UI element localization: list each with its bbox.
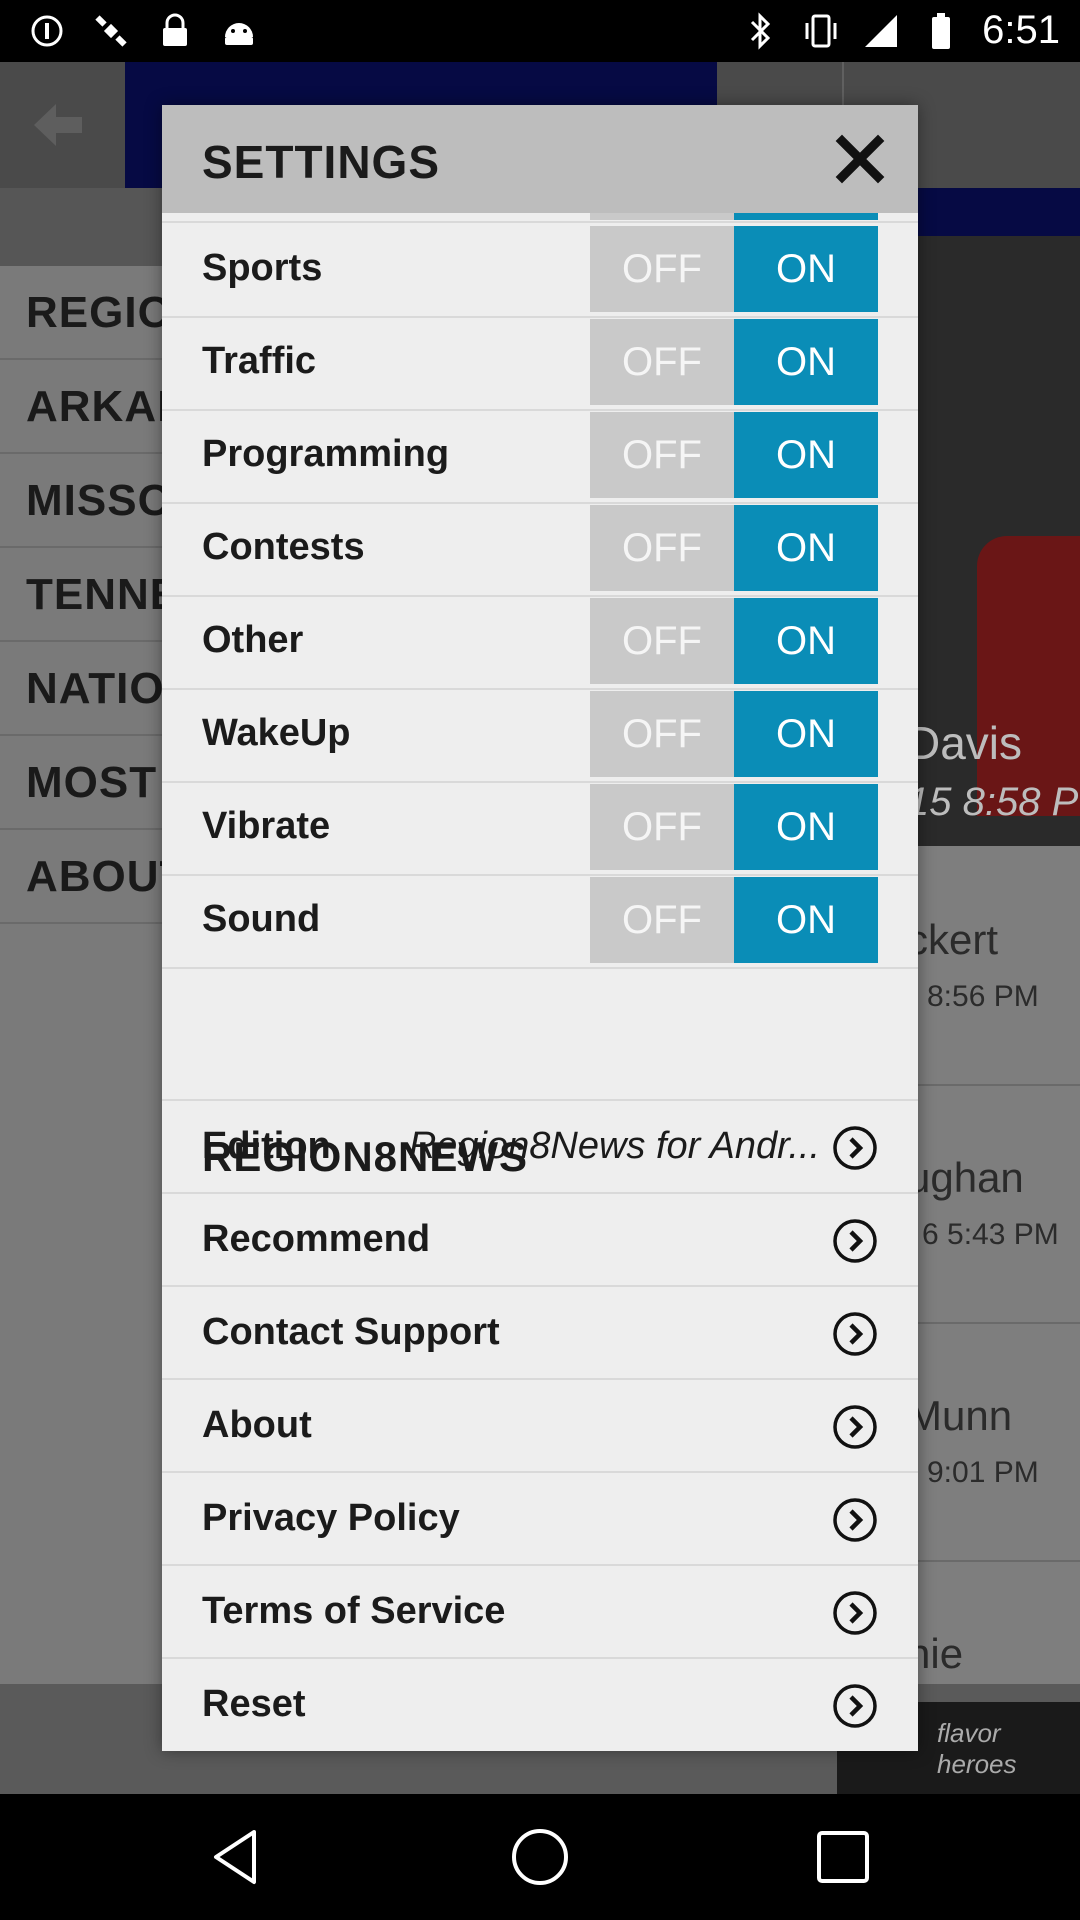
signal-icon xyxy=(862,12,900,50)
setting-row-traffic: Traffic OFF ON xyxy=(162,316,918,411)
bluetooth-icon xyxy=(742,11,780,50)
toggle-off[interactable]: OFF xyxy=(590,784,734,870)
toggle-off[interactable]: OFF xyxy=(590,505,734,591)
toggle-on[interactable]: ON xyxy=(734,412,878,498)
toggle-on[interactable]: ON xyxy=(734,598,878,684)
setting-label: Vibrate xyxy=(202,805,331,847)
setting-row-contests: Contests OFF ON xyxy=(162,502,918,597)
row-label: About xyxy=(202,1404,312,1446)
terms-of-service-row[interactable]: Terms of Service xyxy=(162,1564,918,1659)
setting-row-sports: Sports OFF ON xyxy=(162,223,918,318)
chevron-right-icon xyxy=(832,1590,878,1636)
status-bar: 6:51 xyxy=(0,0,1080,62)
setting-label: Programming xyxy=(202,433,450,475)
other-toggle[interactable]: OFF ON xyxy=(590,598,878,684)
setting-row-vibrate: Vibrate OFF ON xyxy=(162,781,918,876)
setting-row-other: Other OFF ON xyxy=(162,595,918,690)
settings-dialog: SETTINGS Sports OFF ON Traffic OFF ON Pr… xyxy=(162,105,918,1751)
toggle-on[interactable]: ON xyxy=(734,784,878,870)
story-name: Munn xyxy=(907,1392,1013,1439)
satellite-icon xyxy=(92,12,130,50)
recents-icon[interactable] xyxy=(810,1824,876,1890)
toggle-off[interactable]: OFF xyxy=(590,877,734,963)
battery-icon xyxy=(922,12,960,50)
chevron-right-icon xyxy=(832,1311,878,1357)
wakeup-toggle[interactable]: OFF ON xyxy=(590,691,878,777)
recommend-row[interactable]: Recommend xyxy=(162,1192,918,1287)
toggle-on[interactable]: ON xyxy=(734,319,878,405)
setting-row-sound: Sound OFF ON xyxy=(162,874,918,969)
row-label: Privacy Policy xyxy=(202,1497,460,1539)
edition-row[interactable]: Edition Region8News for Andr... xyxy=(162,1099,918,1194)
toggle-off[interactable]: OFF xyxy=(590,226,734,312)
setting-row-wakeup: WakeUp OFF ON xyxy=(162,688,918,783)
setting-label: Contests xyxy=(202,526,365,568)
setting-label: Sound xyxy=(202,898,321,940)
vibrate-icon xyxy=(802,12,840,50)
chevron-right-icon xyxy=(832,1404,878,1450)
chevron-right-icon xyxy=(832,1683,878,1729)
vibrate-toggle[interactable]: OFF ON xyxy=(590,784,878,870)
setting-row-programming: Programming OFF ON xyxy=(162,409,918,504)
back-icon[interactable] xyxy=(204,1824,270,1890)
story-time: 9:01 PM xyxy=(927,1456,1039,1489)
dialog-header: SETTINGS xyxy=(162,105,918,213)
story-name: ckert xyxy=(907,916,999,963)
sports-toggle[interactable]: OFF ON xyxy=(590,226,878,312)
edition-value: Region8News for Andr... xyxy=(408,1125,820,1167)
scrolled-toggle-edge xyxy=(590,213,878,220)
sound-toggle[interactable]: OFF ON xyxy=(590,877,878,963)
toggle-on[interactable]: ON xyxy=(734,877,878,963)
toggle-off[interactable]: OFF xyxy=(590,412,734,498)
about-row[interactable]: About xyxy=(162,1378,918,1473)
traffic-toggle[interactable]: OFF ON xyxy=(590,319,878,405)
row-label: Terms of Service xyxy=(202,1590,506,1632)
setting-label: Traffic xyxy=(202,340,317,382)
programming-toggle[interactable]: OFF ON xyxy=(590,412,878,498)
system-nav-bar xyxy=(0,1794,1080,1920)
row-label: Contact Support xyxy=(202,1311,500,1353)
clock: 6:51 xyxy=(982,8,1060,52)
home-icon[interactable] xyxy=(507,1824,573,1890)
chevron-right-icon xyxy=(832,1218,878,1264)
toggle-off[interactable]: OFF xyxy=(590,319,734,405)
privacy-policy-row[interactable]: Privacy Policy xyxy=(162,1471,918,1566)
toggle-on[interactable]: ON xyxy=(734,226,878,312)
close-icon[interactable] xyxy=(832,131,888,187)
setting-label: Other xyxy=(202,619,304,661)
setting-label: WakeUp xyxy=(202,712,351,754)
lock-icon xyxy=(156,12,194,50)
story-time: 8:56 PM xyxy=(927,980,1039,1013)
hero-story-time: 15 8:58 P xyxy=(907,780,1079,824)
row-label: Reset xyxy=(202,1683,306,1725)
contact-support-row[interactable]: Contact Support xyxy=(162,1285,918,1380)
reset-row[interactable]: Reset xyxy=(162,1657,918,1751)
hero-image-figure xyxy=(977,536,1080,816)
story-name: ughan xyxy=(907,1154,1024,1201)
toggle-on[interactable]: ON xyxy=(734,505,878,591)
toggle-off[interactable]: OFF xyxy=(590,598,734,684)
row-label: Edition xyxy=(202,1125,331,1167)
toggle-on[interactable]: ON xyxy=(734,691,878,777)
toggle-off[interactable]: OFF xyxy=(590,691,734,777)
android-icon xyxy=(220,12,258,50)
hero-story-name: Davis xyxy=(907,717,1023,769)
story-time: 6 5:43 PM xyxy=(922,1218,1059,1251)
chevron-right-icon xyxy=(832,1125,878,1171)
setting-label: Sports xyxy=(202,247,323,289)
back-arrow-icon[interactable] xyxy=(30,100,90,150)
row-label: Recommend xyxy=(202,1218,431,1260)
chevron-right-icon xyxy=(832,1497,878,1543)
dialog-title: SETTINGS xyxy=(202,136,441,188)
circle-alert-icon xyxy=(28,12,66,50)
contests-toggle[interactable]: OFF ON xyxy=(590,505,878,591)
